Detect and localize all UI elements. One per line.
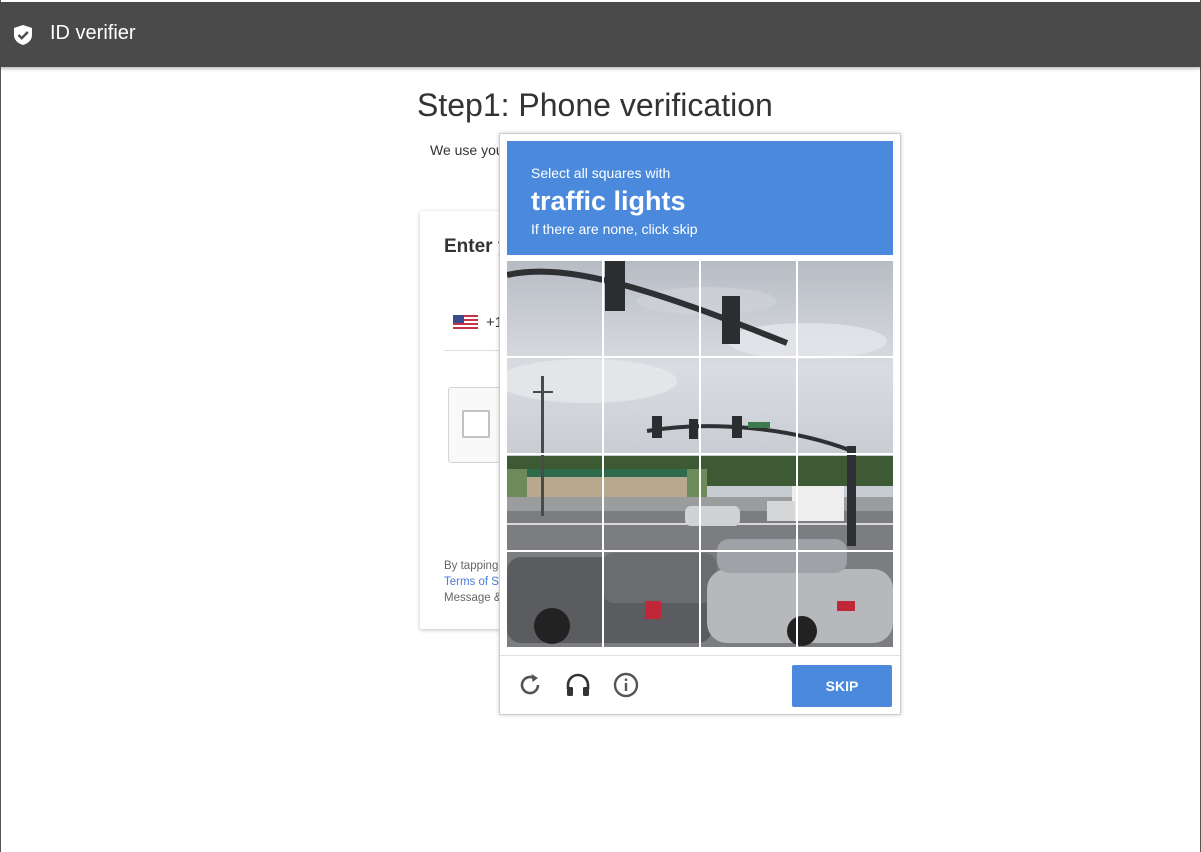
- legal-text: By tapping Terms of S Message &: [444, 558, 502, 606]
- captcha-tile-r4-c1[interactable]: [507, 552, 602, 647]
- captcha-tile-r4-c2[interactable]: [604, 552, 699, 647]
- app-title: ID verifier: [50, 22, 136, 44]
- captcha-tile-r2-c3[interactable]: [701, 358, 796, 453]
- captcha-instruction: Select all squares with: [531, 165, 671, 181]
- info-icon[interactable]: [613, 672, 639, 698]
- intro-text: We use you: [430, 142, 504, 158]
- captcha-hint: If there are none, click skip: [531, 221, 698, 237]
- captcha-tile-r2-c4[interactable]: [798, 358, 893, 453]
- captcha-target: traffic lights: [531, 186, 686, 216]
- captcha-tile-r3-c3[interactable]: [701, 455, 796, 550]
- reload-icon[interactable]: [517, 672, 543, 698]
- captcha-tile-r3-c1[interactable]: [507, 455, 602, 550]
- captcha-tile-r1-c1[interactable]: [507, 261, 602, 356]
- shield-check-icon: [14, 25, 32, 45]
- captcha-tile-r1-c4[interactable]: [798, 261, 893, 356]
- captcha-tile-r4-c3[interactable]: [701, 552, 796, 647]
- captcha-challenge: Select all squares with traffic lights I…: [499, 133, 901, 715]
- captcha-tile-r2-c1[interactable]: [507, 358, 602, 453]
- captcha-tile-r1-c2[interactable]: [604, 261, 699, 356]
- captcha-image-grid: [507, 261, 893, 647]
- window-border-left: [0, 0, 1, 852]
- captcha-tile-r2-c2[interactable]: [604, 358, 699, 453]
- terms-link[interactable]: Terms of S: [444, 574, 502, 590]
- app-header: ID verifier: [0, 2, 1201, 67]
- page-title: Step1: Phone verification: [417, 87, 773, 123]
- captcha-tile-r3-c2[interactable]: [604, 455, 699, 550]
- captcha-tile-r3-c4[interactable]: [798, 455, 893, 550]
- us-flag-icon[interactable]: [453, 315, 478, 330]
- captcha-header: Select all squares with traffic lights I…: [507, 141, 893, 255]
- captcha-tile-r1-c3[interactable]: [701, 261, 796, 356]
- recaptcha-checkbox[interactable]: [462, 410, 490, 438]
- skip-button[interactable]: SKIP: [792, 665, 892, 707]
- legal-line-3: Message &: [444, 592, 502, 604]
- captcha-footer-divider: [500, 655, 900, 656]
- headphones-icon[interactable]: [565, 672, 591, 698]
- captcha-tile-r4-c4[interactable]: [798, 552, 893, 647]
- legal-line-1: By tapping: [444, 560, 499, 572]
